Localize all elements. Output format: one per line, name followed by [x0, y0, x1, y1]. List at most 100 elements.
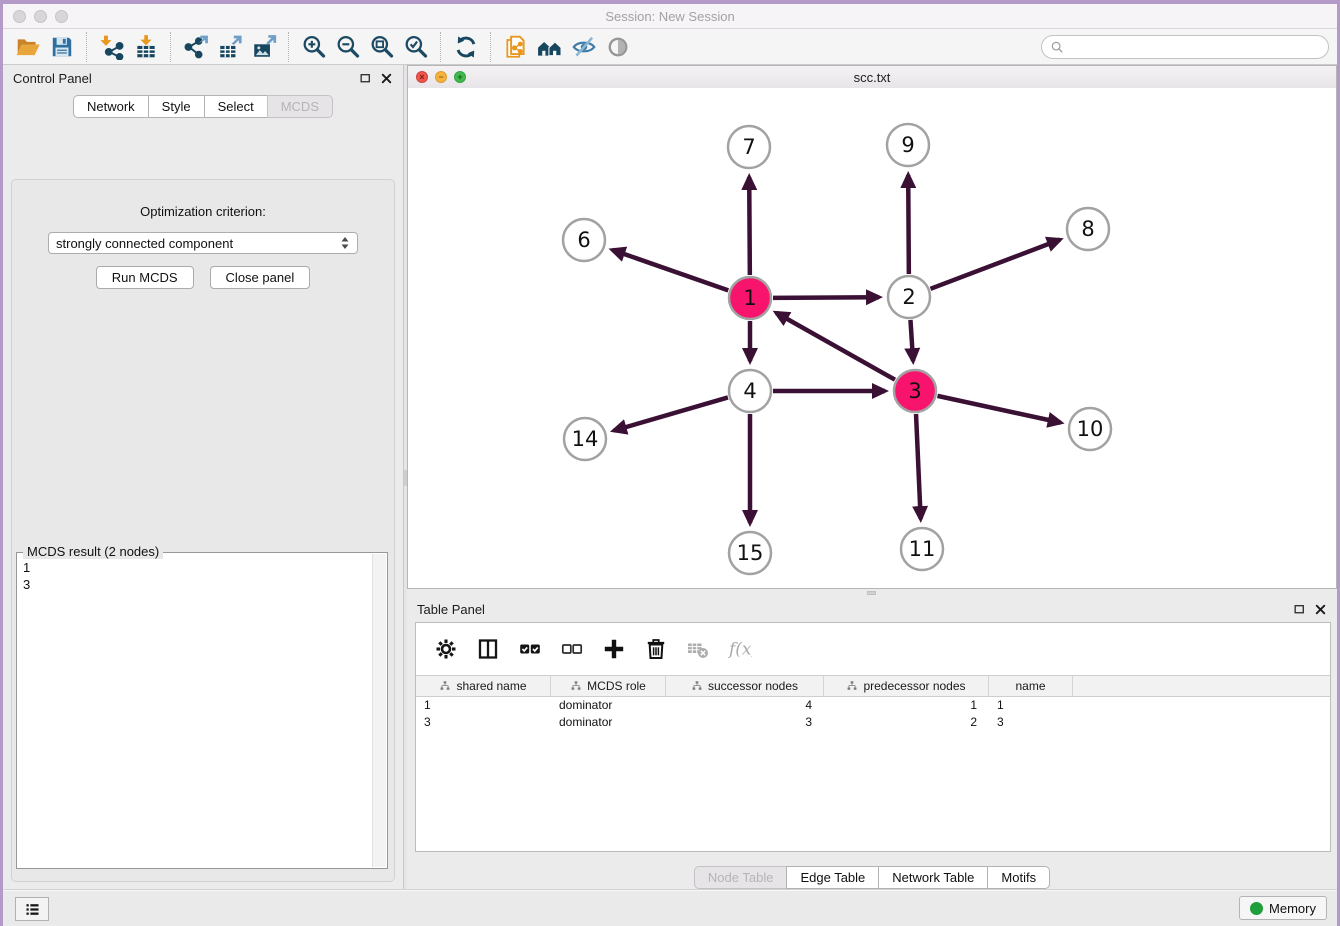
table-cell[interactable]: 1 — [824, 697, 989, 714]
table-cell[interactable]: 3 — [666, 714, 824, 731]
edge-3-11[interactable] — [916, 414, 921, 519]
table-panel: Table Panel shared name MCDS role successo… — [407, 596, 1337, 890]
memory-button[interactable]: Memory — [1239, 896, 1327, 920]
horizontal-splitter-grip[interactable] — [867, 591, 876, 595]
close-panel-button[interactable]: Close panel — [210, 266, 311, 289]
deselect-all-rows-button[interactable] — [554, 631, 590, 667]
float-table-panel-icon[interactable] — [1293, 603, 1306, 616]
add-column-button[interactable] — [596, 631, 632, 667]
table-cell[interactable]: 4 — [666, 697, 824, 714]
window-title: Session: New Session — [3, 9, 1337, 24]
import-table-button[interactable] — [129, 31, 163, 63]
new-network-from-selection-button[interactable] — [499, 31, 533, 63]
control-panel-tabs: NetworkStyleSelectMCDS — [3, 95, 403, 118]
open-session-button[interactable] — [11, 31, 45, 63]
column-header-successor-nodes[interactable]: successor nodes — [666, 676, 824, 696]
result-scrollbar[interactable] — [372, 554, 386, 867]
tab-style[interactable]: Style — [148, 95, 205, 118]
edge-1-7[interactable] — [749, 177, 750, 275]
zoom-out-icon — [335, 34, 361, 60]
column-header-shared-name[interactable]: shared name — [416, 676, 551, 696]
task-history-button[interactable] — [15, 897, 49, 921]
export-image-button[interactable] — [247, 31, 281, 63]
zoom-out-button[interactable] — [331, 31, 365, 63]
zoom-fit-button[interactable] — [365, 31, 399, 63]
select-all-rows-button[interactable] — [512, 631, 548, 667]
table-tab-edge-table[interactable]: Edge Table — [786, 866, 879, 889]
table-header-row: shared name MCDS role successor nodesprede… — [416, 675, 1330, 697]
apply-layout-icon — [453, 34, 479, 60]
save-session-icon — [49, 34, 75, 60]
network-view-window: × − + scc.txt 7968124314101511 — [407, 65, 1337, 589]
optimization-criterion-select[interactable]: strongly connected component — [48, 232, 358, 254]
mcds-result-title: MCDS result (2 nodes) — [23, 544, 163, 559]
close-panel-icon[interactable] — [380, 72, 393, 85]
node-label-6: 6 — [577, 228, 590, 252]
table-cell[interactable]: 3 — [989, 714, 1073, 731]
table-cell[interactable]: dominator — [551, 697, 666, 714]
column-label: MCDS role — [587, 679, 646, 693]
table-panel-title: Table Panel — [417, 602, 485, 617]
table-tab-network-table[interactable]: Network Table — [878, 866, 988, 889]
export-table-button[interactable] — [213, 31, 247, 63]
float-panel-icon[interactable] — [359, 72, 372, 85]
network-canvas-wrap: 7968124314101511 — [408, 88, 1336, 588]
node-label-9: 9 — [901, 133, 914, 157]
table-cell[interactable]: 1 — [416, 697, 551, 714]
node-label-10: 10 — [1077, 417, 1104, 441]
tab-select[interactable]: Select — [204, 95, 268, 118]
table-cell[interactable]: 3 — [416, 714, 551, 731]
search-icon — [1050, 40, 1064, 54]
edge-3-1[interactable] — [776, 313, 895, 380]
tree-icon — [570, 680, 582, 692]
zoom-selected-button[interactable] — [399, 31, 433, 63]
import-network-icon — [99, 34, 125, 60]
edge-4-14[interactable] — [614, 397, 728, 430]
birds-eye-view-button[interactable] — [601, 31, 635, 63]
table-settings-icon — [434, 637, 458, 661]
apply-layout-button[interactable] — [449, 31, 483, 63]
horizontal-splitter[interactable] — [407, 589, 1337, 596]
table-cell[interactable]: 1 — [989, 697, 1073, 714]
search-input[interactable] — [1069, 38, 1320, 55]
toolbar-separator — [440, 32, 442, 62]
column-header-MCDS-role[interactable]: MCDS role — [551, 676, 666, 696]
table-cell[interactable]: 2 — [824, 714, 989, 731]
table-cell[interactable]: dominator — [551, 714, 666, 731]
network-window-titlebar[interactable]: × − + scc.txt — [408, 66, 1336, 89]
column-header-name[interactable]: name — [989, 676, 1073, 696]
toolbar-separator — [288, 32, 290, 62]
column-header-predecessor-nodes[interactable]: predecessor nodes — [824, 676, 989, 696]
edge-2-9[interactable] — [908, 175, 909, 274]
node-label-4: 4 — [743, 379, 756, 403]
zoom-in-button[interactable] — [297, 31, 331, 63]
function-builder-icon — [728, 637, 752, 661]
first-neighbors-button[interactable] — [533, 31, 567, 63]
tab-mcds[interactable]: MCDS — [267, 95, 333, 118]
column-visibility-button[interactable] — [470, 631, 506, 667]
node-label-2: 2 — [902, 285, 915, 309]
table-settings-button[interactable] — [428, 631, 464, 667]
run-mcds-button[interactable]: Run MCDS — [96, 266, 194, 289]
edge-2-8[interactable] — [931, 240, 1060, 289]
node-label-8: 8 — [1081, 217, 1094, 241]
import-network-button[interactable] — [95, 31, 129, 63]
table-tab-node-table[interactable]: Node Table — [694, 866, 788, 889]
tree-icon — [846, 680, 858, 692]
graphics-details-button[interactable] — [567, 31, 601, 63]
network-canvas[interactable]: 7968124314101511 — [408, 88, 1336, 588]
edge-1-6[interactable] — [612, 250, 728, 291]
table-row[interactable]: 1dominator411 — [416, 697, 1330, 714]
edge-2-3[interactable] — [910, 320, 913, 361]
search-field[interactable] — [1041, 35, 1329, 59]
save-session-button[interactable] — [45, 31, 79, 63]
table-tab-motifs[interactable]: Motifs — [987, 866, 1050, 889]
export-network-button[interactable] — [179, 31, 213, 63]
edge-3-10[interactable] — [937, 396, 1060, 423]
table-row[interactable]: 3dominator323 — [416, 714, 1330, 731]
control-panel-header: Control Panel — [3, 65, 403, 91]
delete-column-button[interactable] — [638, 631, 674, 667]
tab-network[interactable]: Network — [73, 95, 149, 118]
close-table-panel-icon[interactable] — [1314, 603, 1327, 616]
edge-1-2[interactable] — [773, 297, 879, 298]
